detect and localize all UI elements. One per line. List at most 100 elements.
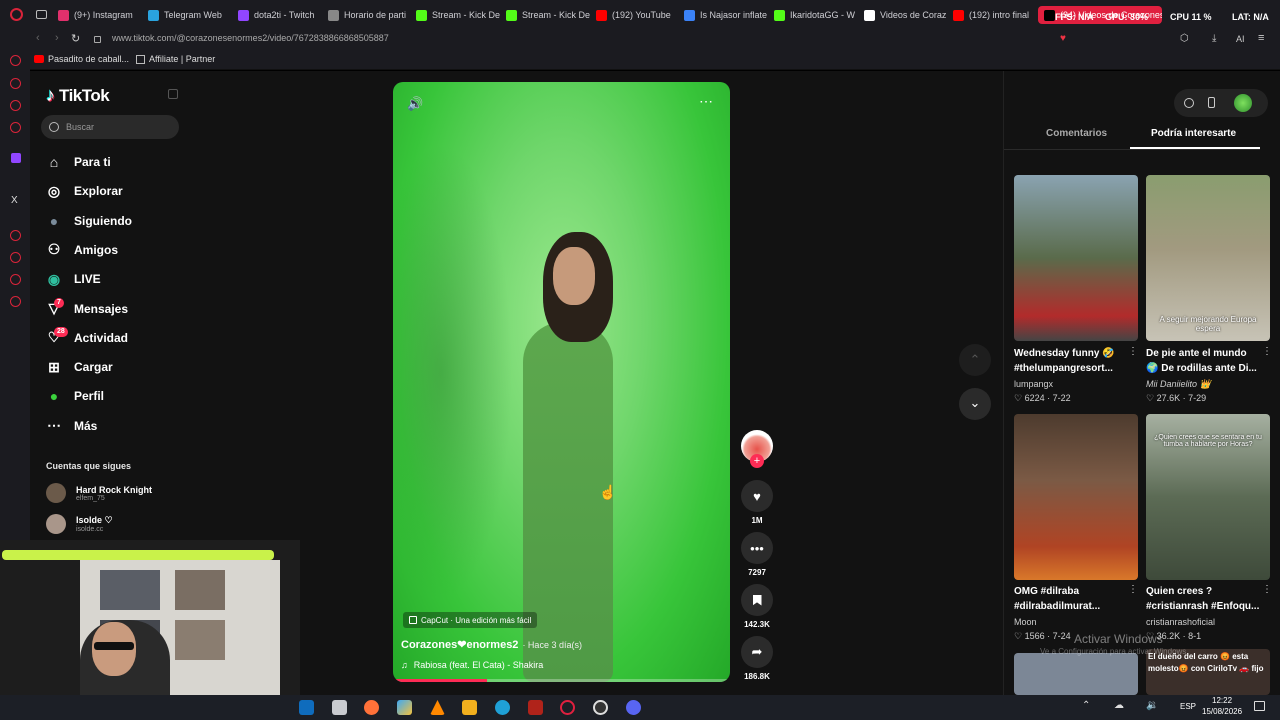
browser-tab[interactable]: (192) YouTube [596,6,682,24]
recommended-thumbnail[interactable] [1014,175,1138,341]
twitch-icon[interactable] [11,153,21,163]
settings-icon[interactable] [10,296,21,307]
network-icon[interactable]: ☁ [1114,700,1124,711]
sidebar-app-icon[interactable] [10,100,21,111]
sidebar-item-más[interactable]: ⋯ Más [46,413,97,439]
recommended-title[interactable]: 🌍 De rodillas ante Di... [1146,362,1266,376]
sidebar-item-siguiendo[interactable]: ● Siguiendo [46,208,132,234]
recommended-title[interactable]: Quien crees ? [1146,585,1266,599]
recommended-title[interactable]: OMG #dilraba [1014,585,1134,599]
extensions-icon[interactable]: ⬡ [1180,33,1189,44]
obs-icon[interactable] [593,700,608,715]
sidebar-item-para-ti[interactable]: ⌂ Para ti [46,149,111,175]
store-icon[interactable] [462,700,477,715]
sidebar-app-icon[interactable] [10,122,21,133]
sidebar-item-amigos[interactable]: ⚇ Amigos [46,237,118,263]
mute-icon[interactable]: 🔊 [407,96,423,112]
sidebar-app-icon[interactable] [10,252,21,263]
download-icon[interactable]: ⤓ [1212,33,1216,44]
more-options-icon[interactable]: ⋯ [699,93,714,110]
outlook-icon[interactable] [299,700,314,715]
phone-icon[interactable] [1208,97,1215,108]
sidebar-item-explorar[interactable]: ◎ Explorar [46,178,123,204]
save-button[interactable] [741,584,773,616]
bookmark-icon[interactable]: ♥ [1060,33,1066,44]
sidebar-app-icon[interactable] [10,78,21,89]
more-icon[interactable]: ⋮ [1128,346,1138,357]
recommended-title[interactable]: #thelumpangresort... [1014,362,1134,376]
tab-recommended[interactable]: Podría interesarte [1151,128,1236,139]
browser-tab[interactable]: (9+) Instagram [58,6,144,24]
browser-tab[interactable]: IkaridotaGG - W [774,6,860,24]
reload-icon[interactable]: ↻ [71,32,80,45]
recommended-author[interactable]: Mii Daniielito 👑 [1146,379,1211,390]
recommended-thumbnail[interactable]: ¿Quien crees que se sentara en tu tumba … [1146,414,1270,580]
tab-manager-icon[interactable] [36,10,47,19]
recommended-author[interactable]: lumpangx [1014,379,1053,389]
browser-tab[interactable]: Videos de Coraz [864,6,950,24]
clock-time[interactable]: 12:22 [1212,696,1232,705]
clock-date[interactable]: 15/08/2026 [1202,707,1242,716]
sidebar-app-icon[interactable] [10,230,21,241]
video-player[interactable]: 🔊 ⋯ CapCut · Una edición más fácil Coraz… [393,82,730,682]
more-icon[interactable]: ⋮ [1128,584,1138,595]
tray-chevron-icon[interactable]: ⌃ [1082,700,1090,711]
opera-taskbar-icon[interactable] [560,700,575,715]
volume-icon[interactable]: 🔉 [1146,700,1158,711]
bookmark-item[interactable]: Pasadito de caball... [34,54,129,64]
tab-comments[interactable]: Comentarios [1046,128,1107,139]
following-item[interactable]: Isolde ♡ isolde.cc [46,514,113,534]
recommended-thumbnail[interactable]: A seguir mejorando Europa espera [1146,175,1270,341]
following-item[interactable]: Hard Rock Knight elfem_75 [46,483,152,503]
file-explorer-icon[interactable] [332,700,347,715]
like-button[interactable]: ♥ [741,480,773,512]
profile-avatar[interactable] [1234,94,1252,112]
prev-video-button[interactable]: ⌃ [959,344,991,376]
forward-icon[interactable]: › [55,32,59,44]
more-icon[interactable]: ⋮ [1262,346,1272,357]
browser-tab[interactable]: Stream - Kick De [416,6,502,24]
tiktok-logo[interactable]: ♪ TikTok [46,85,110,106]
recommended-author[interactable]: cristianrashoficial [1146,617,1215,627]
discord-icon[interactable] [626,700,641,715]
edge-icon[interactable] [495,700,510,715]
share-button[interactable]: ➦ [741,636,773,668]
url-field[interactable]: www.tiktok.com/@corazonesenormes2/video/… [112,33,389,43]
menu-icon[interactable]: ≡ [1258,32,1264,44]
recommended-thumbnail[interactable] [1014,653,1138,695]
copilot-icon[interactable] [397,700,412,715]
bookmark-item[interactable]: Affiliate | Partner [136,54,215,64]
dota-icon[interactable] [528,700,543,715]
browser-tab[interactable]: Horario de parti [328,6,414,24]
compass-icon[interactable] [1184,98,1194,108]
firefox-icon[interactable] [364,700,379,715]
sidebar-app-icon[interactable] [10,274,21,285]
next-video-button[interactable]: ⌄ [959,388,991,420]
recommended-thumbnail[interactable] [1014,414,1138,580]
browser-tab[interactable]: dota2ti - Twitch [238,6,324,24]
sidebar-item-actividad[interactable]: ♡ 28 Actividad [46,325,128,351]
recommended-title[interactable]: De pie ante el mundo [1146,347,1266,361]
browser-tab[interactable]: (192) intro final [953,6,1039,24]
opera-logo-icon[interactable] [10,8,23,21]
sidebar-item-live[interactable]: ◉ LIVE [46,266,101,292]
back-icon[interactable]: ‹ [36,32,40,44]
notification-icon[interactable] [1254,701,1265,711]
language-indicator[interactable]: ESP [1180,702,1196,711]
music-line[interactable]: ♫ Rabiosa (feat. El Cata) - Shakira [401,660,543,670]
sidebar-item-mensajes[interactable]: ▽ 7 Mensajes [46,296,128,322]
collapse-sidebar-icon[interactable] [168,89,178,99]
vlc-icon[interactable] [430,700,445,715]
sidebar-item-perfil[interactable]: ● Perfil [46,383,104,409]
comment-button[interactable]: ••• [741,532,773,564]
recommended-title[interactable]: Wednesday funny 🤣 [1014,347,1134,361]
recommended-author[interactable]: Moon [1014,617,1037,627]
follow-plus-icon[interactable]: + [750,454,764,468]
sidebar-item-cargar[interactable]: ⊞ Cargar [46,354,113,380]
recommended-title[interactable]: #cristianrash #Enfoqu... [1146,600,1266,614]
sidebar-app-icon[interactable] [10,55,21,66]
x-icon[interactable]: X [11,195,18,206]
browser-tab[interactable]: Is Najasor inflate [684,6,770,24]
video-author[interactable]: Corazones❤enormes2 [401,638,518,651]
recommended-title[interactable]: #dilrabadilmurat... [1014,600,1134,614]
